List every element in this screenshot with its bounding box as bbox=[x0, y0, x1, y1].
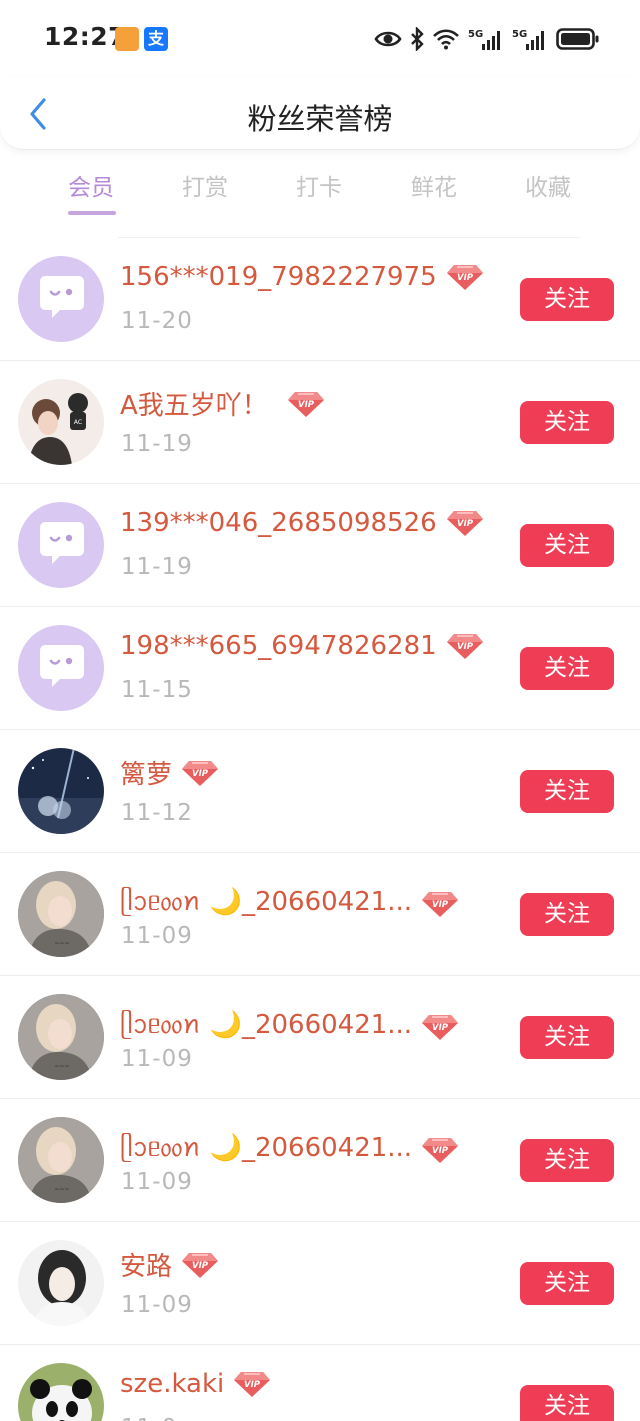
blonde-girl-avatar-icon bbox=[18, 871, 104, 957]
blonde-girl-avatar-icon bbox=[18, 994, 104, 1080]
tab-tips[interactable]: 打赏 bbox=[155, 168, 255, 202]
list-item[interactable]: ᥫᩣᥱ᥆᥆ꪀ 🌙_20660421... 11-09 关注 bbox=[0, 1099, 640, 1222]
user-name: 139***046_2685098526 bbox=[120, 508, 437, 538]
status-bar: 12:27 支 5G 5G bbox=[0, 0, 640, 78]
vip-badge-icon bbox=[420, 889, 460, 919]
status-icons: 5G 5G bbox=[374, 24, 600, 54]
dark-hair-girl-avatar-icon bbox=[18, 1240, 104, 1326]
list-item[interactable]: 198***665_6947826281 11-15 关注 bbox=[0, 607, 640, 730]
follow-button[interactable]: 关注 bbox=[520, 1385, 614, 1421]
vip-badge-icon bbox=[180, 758, 220, 788]
name-line: 156***019_7982227975 bbox=[120, 262, 485, 292]
header: 粉丝荣誉榜 bbox=[0, 78, 640, 150]
list-item[interactable]: 安路 11-09 关注 bbox=[0, 1222, 640, 1345]
follow-button[interactable]: 关注 bbox=[520, 1139, 614, 1182]
avatar[interactable] bbox=[18, 502, 104, 588]
photo-avatar-icon bbox=[18, 379, 104, 465]
date-label: 11-09 bbox=[121, 1046, 193, 1072]
vip-badge-icon bbox=[420, 1135, 460, 1165]
avatar[interactable] bbox=[18, 871, 104, 957]
date-label: 11-19 bbox=[121, 554, 193, 580]
tab-bar: 会员 打赏 打卡 鲜花 收藏 bbox=[0, 168, 640, 222]
list-item[interactable]: 139***046_2685098526 11-19 关注 bbox=[0, 484, 640, 607]
user-name: A我五岁吖！ bbox=[120, 391, 268, 421]
follow-button[interactable]: 关注 bbox=[520, 524, 614, 567]
user-name: sze.kaki bbox=[120, 1369, 225, 1399]
list-item[interactable]: 156***019_7982227975 11-20 关注 bbox=[0, 238, 640, 361]
panda-avatar-icon bbox=[18, 1363, 104, 1421]
bluetooth-icon bbox=[411, 27, 424, 51]
signal-5g-icon: 5G bbox=[468, 29, 500, 50]
name-line: sze.kaki bbox=[120, 1369, 272, 1399]
avatar[interactable] bbox=[18, 1240, 104, 1326]
night-sky-avatar-icon bbox=[18, 748, 104, 834]
follow-button[interactable]: 关注 bbox=[520, 278, 614, 321]
avatar[interactable] bbox=[18, 1363, 104, 1421]
tab-flowers[interactable]: 鲜花 bbox=[384, 168, 484, 202]
follow-button[interactable]: 关注 bbox=[520, 770, 614, 813]
name-line: 篱萝 bbox=[120, 754, 220, 791]
list-item[interactable]: 篱萝 11-12 关注 bbox=[0, 730, 640, 853]
date-label: 11-09 bbox=[121, 1292, 193, 1318]
name-line: A我五岁吖！ bbox=[120, 385, 326, 422]
list-item[interactable]: A我五岁吖！ 11-19 关注 bbox=[0, 361, 640, 484]
vip-badge-icon bbox=[286, 389, 326, 419]
tab-favorites[interactable]: 收藏 bbox=[498, 168, 598, 202]
tab-members[interactable]: 会员 bbox=[41, 168, 141, 202]
user-name: 安路 bbox=[120, 1252, 173, 1282]
avatar[interactable] bbox=[18, 1117, 104, 1203]
list-item[interactable]: ᥫᩣᥱ᥆᥆ꪀ 🌙_20660421... 11-09 关注 bbox=[0, 976, 640, 1099]
date-label: 11-0 bbox=[121, 1415, 177, 1421]
network-label: 5G bbox=[468, 29, 483, 40]
blonde-girl-avatar-icon bbox=[18, 1117, 104, 1203]
avatar[interactable] bbox=[18, 625, 104, 711]
list-item[interactable]: sze.kaki 11-0 关注 bbox=[0, 1345, 640, 1421]
vip-badge-icon bbox=[232, 1369, 272, 1399]
wifi-icon bbox=[433, 29, 459, 50]
active-tab-indicator bbox=[68, 211, 116, 215]
fan-list: 156***019_7982227975 11-20 关注 A我五岁吖！ 11-… bbox=[0, 238, 640, 1421]
date-label: 11-19 bbox=[121, 431, 193, 457]
date-label: 11-09 bbox=[121, 923, 193, 949]
user-name: 156***019_7982227975 bbox=[120, 262, 437, 292]
date-label: 11-20 bbox=[121, 308, 193, 334]
avatar[interactable] bbox=[18, 379, 104, 465]
avatar[interactable] bbox=[18, 994, 104, 1080]
eye-icon bbox=[374, 31, 402, 47]
tab-checkin[interactable]: 打卡 bbox=[269, 168, 369, 202]
vip-badge-icon bbox=[445, 508, 485, 538]
status-time: 12:27 bbox=[44, 22, 127, 51]
name-line: 198***665_6947826281 bbox=[120, 631, 485, 661]
user-name: 篱萝 bbox=[120, 760, 173, 790]
alipay-notification-icon: 支 bbox=[144, 27, 168, 51]
avatar[interactable] bbox=[18, 748, 104, 834]
date-label: 11-09 bbox=[121, 1169, 193, 1195]
follow-button[interactable]: 关注 bbox=[520, 1262, 614, 1305]
app-notification-icon bbox=[115, 27, 139, 51]
battery-icon bbox=[556, 28, 599, 50]
date-label: 11-15 bbox=[121, 677, 193, 703]
user-name: 198***665_6947826281 bbox=[120, 631, 437, 661]
default-chat-avatar-icon bbox=[18, 502, 104, 588]
follow-button[interactable]: 关注 bbox=[520, 893, 614, 936]
follow-button[interactable]: 关注 bbox=[520, 1016, 614, 1059]
vip-badge-icon bbox=[445, 262, 485, 292]
signal-5g-icon: 5G bbox=[512, 29, 544, 50]
follow-button[interactable]: 关注 bbox=[520, 647, 614, 690]
date-label: 11-12 bbox=[121, 800, 193, 826]
follow-button[interactable]: 关注 bbox=[520, 401, 614, 444]
default-chat-avatar-icon bbox=[18, 256, 104, 342]
list-item[interactable]: ᥫᩣᥱ᥆᥆ꪀ 🌙_20660421... 11-09 关注 bbox=[0, 853, 640, 976]
name-line: 139***046_2685098526 bbox=[120, 508, 485, 538]
vip-badge-icon bbox=[420, 1012, 460, 1042]
vip-badge-icon bbox=[180, 1250, 220, 1280]
vip-badge-icon bbox=[445, 631, 485, 661]
avatar[interactable] bbox=[18, 256, 104, 342]
default-chat-avatar-icon bbox=[18, 625, 104, 711]
network-label: 5G bbox=[512, 29, 527, 40]
name-line: 安路 bbox=[120, 1246, 220, 1283]
page-title: 粉丝荣誉榜 bbox=[247, 102, 393, 136]
